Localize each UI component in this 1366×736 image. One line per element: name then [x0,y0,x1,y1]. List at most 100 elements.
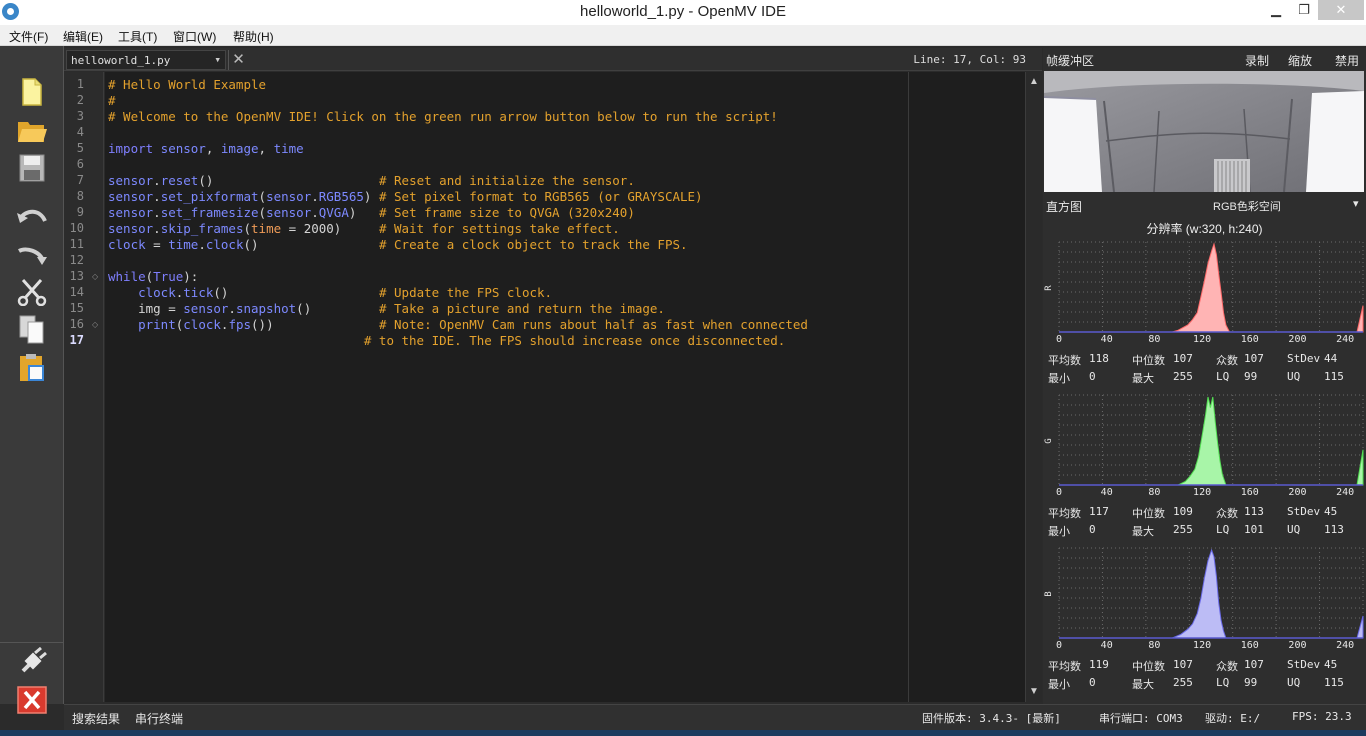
editor-tab-bar: helloworld_1.py ▾ ✕ Line: 17, Col: 93 [64,48,1042,71]
tab-dropdown-icon[interactable]: ▾ [214,53,221,66]
histogram-stat: 最小 [1048,525,1070,538]
code-editor[interactable]: # Hello World Example # # Welcome to the O… [105,72,1025,702]
histogram-stat: 99 [1244,370,1258,383]
histogram-stat: 平均数 [1048,660,1081,673]
histogram-stat: 113 [1244,505,1264,518]
code-token: image [220,141,259,156]
scroll-up-icon[interactable]: ▲ [1029,76,1039,87]
code-token: ): [183,269,199,284]
code-token: sensor [266,205,312,220]
code-token: , [258,141,274,156]
histogram-stat: 255 [1173,676,1193,689]
histogram-stat: 0 [1089,676,1096,689]
code-line: # Hello World Example [108,77,266,92]
right-margin-line [908,72,909,702]
code-token: time [251,221,282,236]
menu-window[interactable]: 窗口(W) [173,28,216,45]
maximize-button[interactable]: ❐ [1290,0,1318,20]
frame-buffer-title: 帧缓冲区 [1046,54,1095,68]
code-token: . [311,189,319,204]
menu-bar: 文件(F) 编辑(E) 工具(T) 窗口(W) 帮助(H) [0,25,1366,46]
disable-button[interactable]: 禁用 [1335,52,1359,69]
line-number: 1 [76,77,84,91]
histogram-stat: LQ [1216,676,1230,689]
fold-marker-icon[interactable]: ◇ [92,320,98,329]
tab-close-icon[interactable]: ✕ [228,50,248,70]
code-token: () [296,301,312,316]
histogram-stat: 中位数 [1132,354,1165,367]
serial-terminal-tab[interactable]: 串行终端 [135,710,183,727]
menu-tools[interactable]: 工具(T) [118,28,157,45]
code-token: ( [258,205,267,220]
line-number: 15 [69,301,84,315]
menu-help[interactable]: 帮助(H) [233,28,274,45]
paste-icon[interactable] [14,352,50,384]
code-token: = 2000) [281,221,342,236]
code-token: () [198,173,214,188]
color-space-select[interactable]: RGB色彩空间 [1213,198,1281,214]
firmware-version[interactable]: 固件版本: 3.4.3- [最新] [922,710,1061,726]
histogram-stat: 0 [1089,370,1096,383]
x-tick-label: 0 [1056,487,1063,498]
code-token: # Welcome to the OpenMV IDE! Click on th… [108,109,778,124]
histogram-stat: 最小 [1048,678,1070,691]
line-number: 16 [69,317,84,331]
x-tick-label: 240 [1336,487,1355,498]
histogram-stat: 107 [1244,658,1264,671]
save-icon[interactable] [14,152,50,184]
code-token: # Wait for settings take effect. [378,221,620,236]
histogram-resolution: 分辨率 (w:320, h:240) [1146,222,1263,236]
close-button[interactable]: ✕ [1318,0,1364,20]
open-folder-icon[interactable] [14,114,50,146]
code-line: sensor.set_pixformat(sensor.RGB565) # Se… [108,189,703,204]
stop-icon[interactable] [14,684,50,716]
left-toolbar [0,46,64,714]
histogram-header: 直方图 RGB色彩空间 ▾ [1043,194,1366,216]
x-tick-label: 0 [1056,334,1063,345]
histogram-stat: StDev [1287,352,1321,365]
menu-file[interactable]: 文件(F) [9,28,48,45]
color-space-dropdown-icon[interactable]: ▾ [1353,197,1359,210]
line-number: 9 [76,205,84,219]
redo-icon[interactable] [14,240,50,272]
histogram-stat: 101 [1244,523,1264,536]
line-number: 7 [76,173,84,187]
scroll-down-icon[interactable]: ▼ [1029,686,1039,697]
copy-icon[interactable] [14,314,50,346]
histogram-stat: 平均数 [1048,354,1081,367]
search-results-tab[interactable]: 搜索结果 [72,710,120,727]
code-token: # Reset and initialize the sensor. [378,173,635,188]
code-token: set_pixformat [160,189,259,204]
histogram-stat: 255 [1173,370,1193,383]
histogram-channel-label: G [1044,438,1054,443]
code-token: print [138,317,176,332]
menu-edit[interactable]: 编辑(E) [63,28,103,45]
record-button[interactable]: 录制 [1245,52,1269,69]
minimize-button[interactable]: ▁ [1262,0,1290,20]
histogram-stat: UQ [1287,370,1301,383]
file-tab[interactable]: helloworld_1.py ▾ [66,50,226,70]
serial-port[interactable]: 串行端口: COM3 [1099,710,1183,726]
connect-icon[interactable] [14,646,50,678]
code-token: clock [205,237,244,252]
undo-icon[interactable] [14,202,50,234]
code-token: True [153,269,184,284]
new-file-icon[interactable] [14,76,50,108]
x-tick-label: 200 [1288,640,1307,651]
frame-buffer-image [1044,71,1364,192]
fold-marker-icon[interactable]: ◇ [92,272,98,281]
cut-icon[interactable] [14,276,50,308]
code-token: . [153,189,161,204]
editor-vertical-scrollbar[interactable]: ▲ ▼ [1025,72,1042,702]
histogram-stat: 众数 [1216,507,1238,520]
code-token: reset [160,173,199,188]
x-tick-label: 160 [1240,487,1259,498]
histogram-stat: 众数 [1216,660,1238,673]
histogram-stat: 45 [1324,505,1338,518]
x-tick-label: 40 [1100,487,1113,498]
drive[interactable]: 驱动: E:/ [1205,710,1260,726]
zoom-button[interactable]: 缩放 [1288,52,1312,69]
